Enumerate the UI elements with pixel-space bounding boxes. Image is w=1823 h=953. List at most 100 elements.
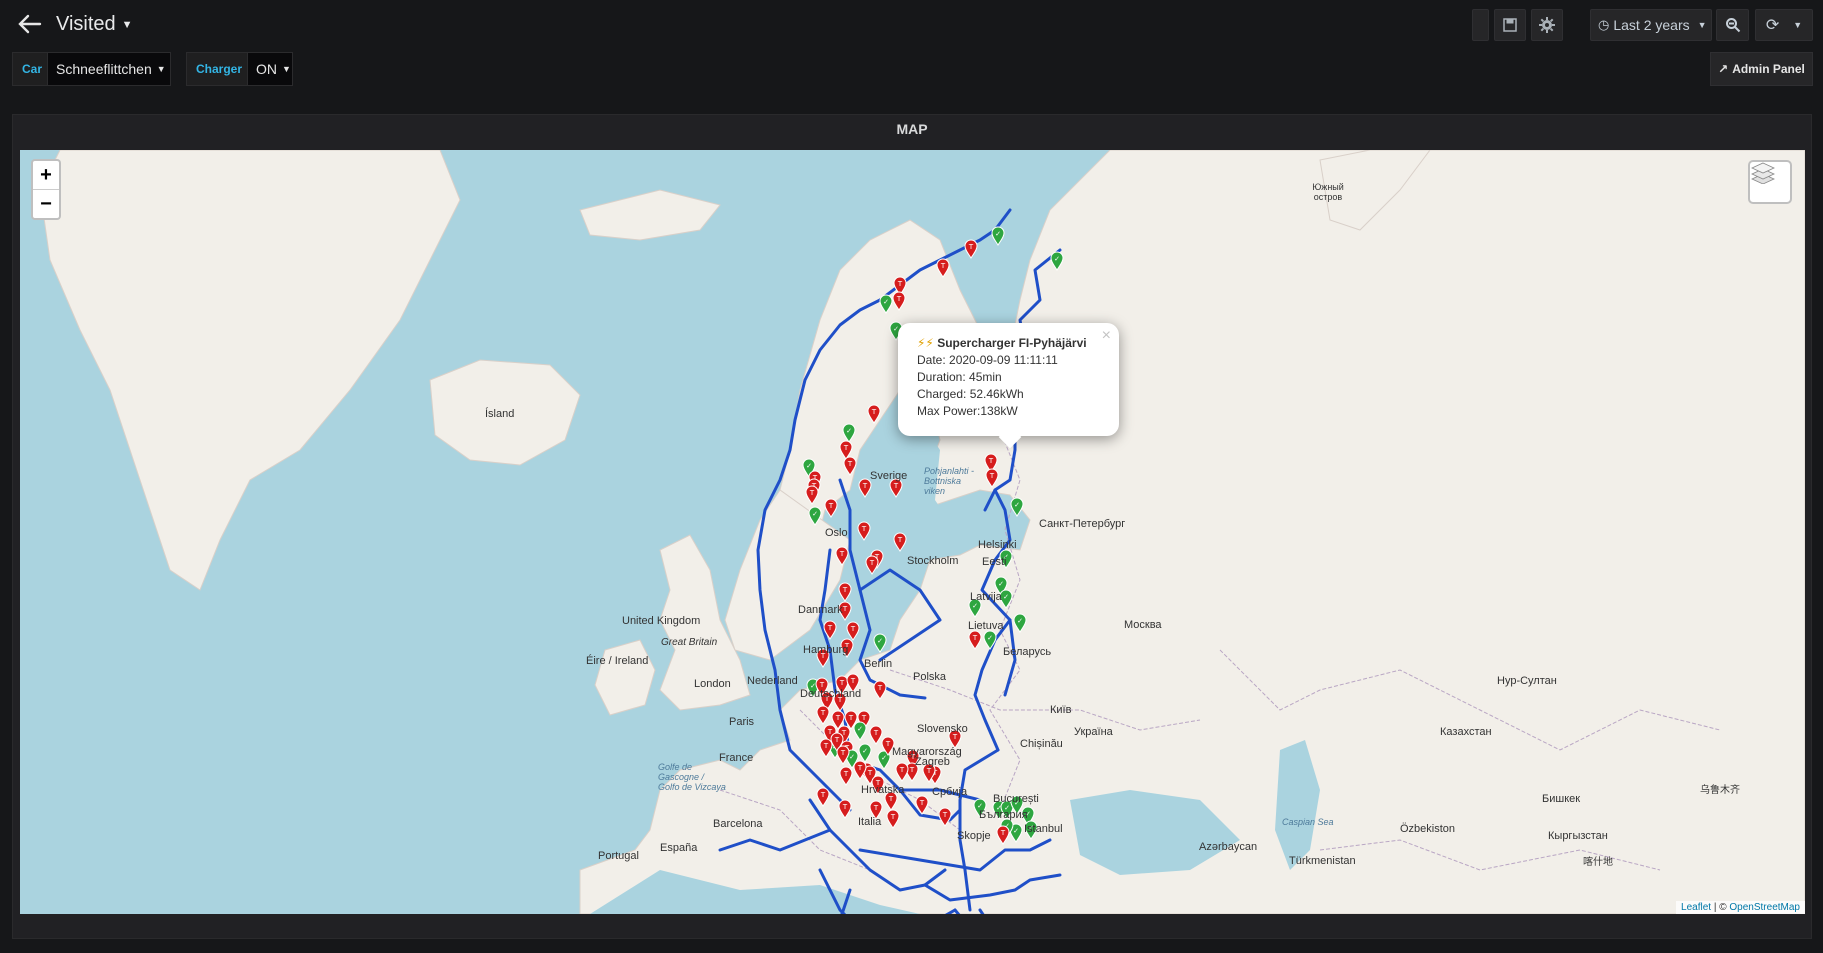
star-button[interactable] xyxy=(1472,9,1489,41)
svg-text:T: T xyxy=(839,679,845,687)
gear-icon xyxy=(1539,17,1555,33)
svg-text:T: T xyxy=(899,766,905,774)
layers-icon xyxy=(1751,162,1775,184)
svg-text:T: T xyxy=(839,550,845,558)
svg-text:T: T xyxy=(823,742,829,750)
map-label: Србија xyxy=(932,786,968,798)
svg-text:T: T xyxy=(896,295,902,303)
map-label: London xyxy=(694,678,731,690)
svg-text:T: T xyxy=(888,795,894,803)
map-label: Sverige xyxy=(870,470,908,482)
map-label: Київ xyxy=(1050,704,1072,716)
panel-title[interactable]: MAP xyxy=(13,121,1811,137)
svg-text:T: T xyxy=(968,243,974,251)
svg-text:T: T xyxy=(827,728,833,736)
charger-marker[interactable]: ✓ xyxy=(991,226,1005,246)
refresh-icon: ⟳ xyxy=(1765,17,1780,34)
variable-value-charger: ON xyxy=(256,61,277,77)
time-range-picker[interactable]: ◷ Last 2 years ▼ xyxy=(1590,9,1712,41)
map-label: Санкт-Петербург xyxy=(1039,518,1126,530)
popup-close-button[interactable]: × xyxy=(1102,327,1111,345)
map-attribution: Leaflet | © OpenStreetMap xyxy=(1676,901,1805,914)
charger-marker[interactable]: ✓ xyxy=(1010,497,1024,517)
map-label: 乌鲁木齐 xyxy=(1700,785,1740,796)
svg-text:T: T xyxy=(988,457,994,465)
osm-link[interactable]: OpenStreetMap xyxy=(1729,902,1800,913)
charger-marker[interactable]: ✓ xyxy=(873,633,887,653)
svg-text:✓: ✓ xyxy=(877,637,883,645)
svg-text:T: T xyxy=(890,813,896,821)
map-label: Éire / Ireland xyxy=(586,655,649,667)
map-label: Бишкек xyxy=(1542,793,1581,805)
svg-text:T: T xyxy=(857,764,863,772)
svg-text:✓: ✓ xyxy=(1003,593,1009,601)
svg-text:T: T xyxy=(862,482,868,490)
svg-text:T: T xyxy=(809,489,815,497)
save-icon xyxy=(1503,18,1517,32)
variable-select-car[interactable]: Schneeflittchen ▼ xyxy=(47,52,171,86)
map-label: București xyxy=(993,793,1039,805)
svg-text:T: T xyxy=(848,714,854,722)
variable-label-charger: Charger xyxy=(186,52,253,86)
variable-select-charger[interactable]: ON ▼ xyxy=(247,52,293,86)
svg-text:✓: ✓ xyxy=(1054,255,1060,263)
map-label: Danmark xyxy=(798,604,843,616)
zoom-out-button[interactable]: − xyxy=(33,190,59,218)
svg-text:T: T xyxy=(885,740,891,748)
dashboard-title-dropdown[interactable]: Visited ▼ xyxy=(56,13,133,36)
map-label: Barcelona xyxy=(713,818,763,830)
tesla-supercharger-marker[interactable]: T xyxy=(865,555,879,575)
map-label: Skopje xyxy=(957,830,991,842)
dashboard-title: Visited xyxy=(56,13,116,35)
svg-text:T: T xyxy=(850,677,856,685)
zoom-in-button[interactable]: + xyxy=(33,161,59,190)
map-label: Hamburg xyxy=(803,644,849,656)
popup-max-power: Max Power:138kW xyxy=(917,404,1018,418)
svg-text:T: T xyxy=(871,408,877,416)
caret-down-icon: ▼ xyxy=(156,64,166,74)
svg-text:✓: ✓ xyxy=(1013,827,1019,835)
leaflet-map[interactable]: T✓✓TT✓T✓✓TTTT✓T✓TTTTTTT✓TTTTTT✓✓✓✓✓✓✓TTT… xyxy=(20,150,1805,914)
svg-text:T: T xyxy=(897,536,903,544)
tesla-supercharger-marker[interactable]: T xyxy=(857,521,871,541)
map-label: Pohjanlahti - Bottniska viken xyxy=(924,466,975,496)
map-label: Great Britain xyxy=(661,637,718,648)
svg-text:T: T xyxy=(820,709,826,717)
svg-text:✓: ✓ xyxy=(1017,617,1023,625)
popup-duration: Duration: 45min xyxy=(917,370,1002,384)
refresh-button[interactable]: ⟳ ▼ xyxy=(1755,9,1813,41)
settings-button[interactable] xyxy=(1531,9,1563,41)
svg-text:T: T xyxy=(827,624,833,632)
caret-down-icon: ▼ xyxy=(121,18,133,31)
map-label: Южный остров xyxy=(1312,182,1344,202)
tesla-supercharger-marker[interactable]: T xyxy=(838,582,852,602)
leaflet-link[interactable]: Leaflet xyxy=(1681,902,1711,913)
save-button[interactable] xyxy=(1494,9,1526,41)
zoom-out-time-button[interactable] xyxy=(1716,9,1749,41)
map-label: Caspian Sea xyxy=(1282,817,1334,827)
svg-text:✓: ✓ xyxy=(862,747,868,755)
map-label: Deutschland xyxy=(800,688,862,700)
popup-charged: Charged: 52.46kWh xyxy=(917,387,1024,401)
map-label: Oslo xyxy=(825,527,848,539)
map-label: Eesti xyxy=(982,556,1007,568)
map-label: 喀什地 xyxy=(1583,857,1613,868)
svg-text:✓: ✓ xyxy=(987,634,993,642)
map-label: Portugal xyxy=(598,850,639,862)
svg-text:T: T xyxy=(1000,829,1006,837)
layers-control-button[interactable] xyxy=(1748,160,1792,204)
svg-text:T: T xyxy=(926,767,932,775)
admin-panel-button[interactable]: ↗ Admin Panel xyxy=(1710,52,1813,86)
svg-text:T: T xyxy=(897,280,903,288)
svg-text:✓: ✓ xyxy=(846,427,852,435)
clock-icon: ◷ xyxy=(1598,17,1610,32)
svg-text:T: T xyxy=(873,804,879,812)
tesla-supercharger-marker[interactable]: T xyxy=(824,498,838,518)
caret-down-icon: ▼ xyxy=(1697,20,1707,30)
svg-text:T: T xyxy=(828,502,834,510)
back-arrow-icon[interactable] xyxy=(16,11,46,39)
svg-text:T: T xyxy=(869,559,875,567)
popup-title: Supercharger FI-Pyhäjärvi xyxy=(937,336,1087,350)
tesla-supercharger-marker[interactable]: T xyxy=(964,239,978,259)
variable-label-car: Car xyxy=(12,52,53,86)
